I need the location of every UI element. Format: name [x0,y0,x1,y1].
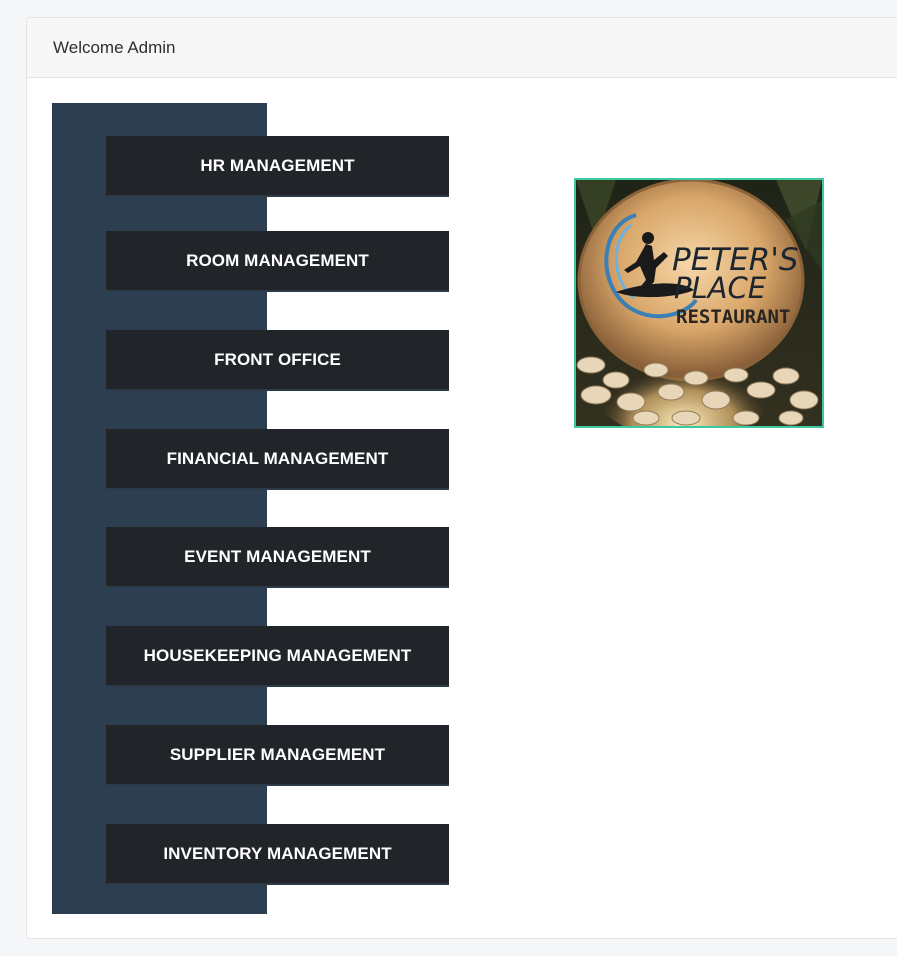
event-management-button[interactable]: EVENT MANAGEMENT [106,527,449,588]
financial-management-button[interactable]: FINANCIAL MANAGEMENT [106,429,449,490]
restaurant-logo: PETER'S PLACE RESTAURANT [576,180,822,426]
sidebar-panel [52,103,267,914]
supplier-management-button[interactable]: SUPPLIER MANAGEMENT [106,725,449,786]
logo-text-place: PLACE [674,271,767,305]
inventory-management-button[interactable]: INVENTORY MANAGEMENT [106,824,449,885]
room-management-button[interactable]: ROOM MANAGEMENT [106,231,449,292]
restaurant-logo-image: PETER'S PLACE RESTAURANT [574,178,824,428]
logo-text-restaurant: RESTAURANT [676,306,790,328]
welcome-text: Welcome Admin [53,38,176,57]
front-office-button[interactable]: FRONT OFFICE [106,330,449,391]
main-card: Welcome Admin HR MANAGEMENT ROOM MANAGEM… [26,17,897,939]
housekeeping-management-button[interactable]: HOUSEKEEPING MANAGEMENT [106,626,449,687]
card-header: Welcome Admin [27,18,897,78]
hr-management-button[interactable]: HR MANAGEMENT [106,136,449,197]
